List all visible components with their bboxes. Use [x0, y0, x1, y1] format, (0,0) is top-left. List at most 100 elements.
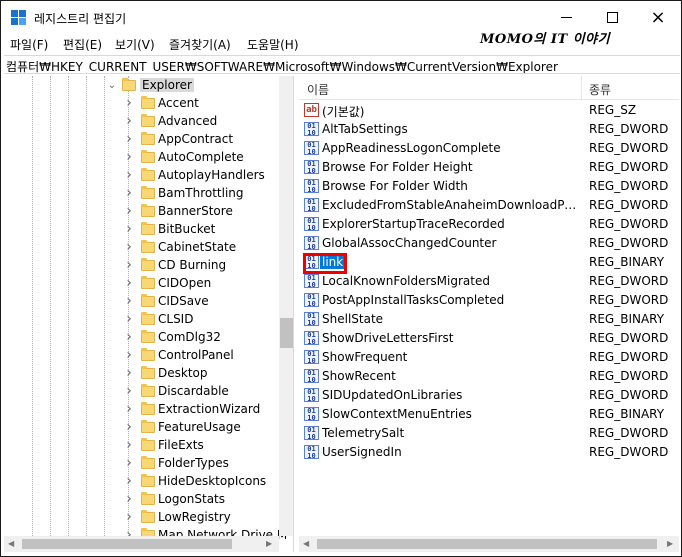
key-tree[interactable]: ⌄ Explorer › Accent › Advanced › AppContract ›… — [4, 76, 294, 552]
chevron-right-icon[interactable]: › — [124, 419, 134, 435]
folder-icon — [141, 132, 155, 145]
scroll-left-icon[interactable]: ◀ — [8, 539, 14, 548]
tree-item[interactable]: › AppContract — [4, 131, 284, 149]
tree-item[interactable]: › CIDOpen — [4, 275, 284, 293]
tree-item[interactable]: › AutoplayHandlers — [4, 167, 284, 185]
chevron-right-icon[interactable]: › — [124, 509, 134, 525]
tree-vertical-scroll-thumb[interactable] — [280, 318, 293, 348]
value-row[interactable]: 01 10 ShowRecent REG_DWORD — [299, 367, 679, 386]
chevron-right-icon[interactable]: › — [124, 257, 134, 273]
chevron-right-icon[interactable]: › — [124, 311, 134, 327]
value-row[interactable]: 01 10 PostAppInstallTasksCompleted REG_DWOR… — [299, 291, 679, 310]
value-row[interactable]: 01 10 ExplorerStartupTraceRecorded REG_DWOR… — [299, 215, 679, 234]
value-name: AppReadinessLogonComplete — [322, 141, 501, 155]
tree-item[interactable]: › HideDesktopIcons — [4, 473, 284, 491]
value-row[interactable]: 01 10 Browse For Folder Height REG_DWORD — [299, 158, 679, 177]
tree-item[interactable]: › FeatureUsage — [4, 419, 284, 437]
tree-item[interactable]: › Advanced — [4, 113, 284, 131]
chevron-right-icon[interactable]: › — [124, 95, 134, 111]
tree-vertical-scrollbar[interactable] — [279, 76, 293, 536]
chevron-right-icon[interactable]: › — [124, 293, 134, 309]
chevron-right-icon[interactable]: › — [124, 329, 134, 345]
chevron-right-icon[interactable]: › — [124, 221, 134, 237]
chevron-right-icon[interactable]: › — [124, 131, 134, 147]
folder-icon — [141, 222, 155, 235]
chevron-down-icon[interactable]: ⌄ — [107, 80, 117, 91]
tree-item[interactable]: › CIDSave — [4, 293, 284, 311]
chevron-right-icon[interactable]: › — [124, 167, 134, 183]
value-row[interactable]: 01 10 AppReadinessLogonComplete REG_DWORD — [299, 139, 679, 158]
chevron-right-icon[interactable]: › — [124, 275, 134, 291]
value-type: REG_DWORD — [589, 141, 669, 155]
folder-icon — [141, 510, 155, 523]
chevron-right-icon[interactable]: › — [124, 149, 134, 165]
tree-item[interactable]: › FileExts — [4, 437, 284, 455]
tree-item[interactable]: › ControlPanel — [4, 347, 284, 365]
tree-item[interactable]: › ComDlg32 — [4, 329, 284, 347]
value-row[interactable]: 01 10 SlowContextMenuEntries REG_BINARY — [299, 405, 679, 424]
chevron-right-icon[interactable]: › — [124, 365, 134, 381]
value-row[interactable]: 01 10 TelemetrySalt REG_DWORD — [299, 424, 679, 443]
chevron-right-icon[interactable]: › — [124, 401, 134, 417]
tree-item[interactable]: › CD Burning — [4, 257, 284, 275]
tree-item[interactable]: › CLSID — [4, 311, 284, 329]
scroll-left-icon[interactable]: ◀ — [303, 539, 309, 548]
scroll-right-icon[interactable]: ▶ — [667, 539, 673, 548]
value-row[interactable]: 01 10 LocalKnownFoldersMigrated REG_DWORD — [299, 272, 679, 291]
tree-item[interactable]: › Accent — [4, 95, 284, 113]
folder-open-icon — [122, 78, 136, 91]
chevron-right-icon[interactable]: › — [124, 383, 134, 399]
value-row[interactable]: 01 10 ShowDriveLettersFirst REG_DWORD — [299, 329, 679, 348]
value-row[interactable]: 01 10 UserSignedIn REG_DWORD — [299, 443, 679, 462]
tree-item[interactable]: › BitBucket — [4, 221, 284, 239]
tree-item[interactable]: › FolderTypes — [4, 455, 284, 473]
value-row[interactable]: 01 10 ShellState REG_BINARY — [299, 310, 679, 329]
value-row[interactable]: 01 10 ExcludedFromStableAnaheimDownloadPro… — [299, 196, 679, 215]
value-name: ShowFrequent — [322, 350, 408, 364]
menu-file[interactable]: 파일(F) — [10, 36, 48, 53]
chevron-right-icon[interactable]: › — [124, 491, 134, 507]
column-header-type[interactable]: 종류 — [589, 81, 611, 98]
value-row[interactable]: 01 10 Browse For Folder Width REG_DWORD — [299, 177, 679, 196]
tree-item[interactable]: › LogonStats — [4, 491, 284, 509]
value-row[interactable]: 01 10 SIDUpdatedOnLibraries REG_DWORD — [299, 386, 679, 405]
tree-item[interactable]: › BamThrottling — [4, 185, 284, 203]
column-divider[interactable] — [581, 76, 582, 100]
chevron-right-icon[interactable]: › — [124, 347, 134, 363]
chevron-right-icon[interactable]: › — [124, 185, 134, 201]
tree-item[interactable]: › ExtractionWizard — [4, 401, 284, 419]
value-row[interactable]: ab (기본값) REG_SZ — [299, 101, 679, 120]
value-type: REG_DWORD — [589, 274, 669, 288]
menu-edit[interactable]: 편집(E) — [63, 36, 102, 53]
tree-item[interactable]: › CabinetState — [4, 239, 284, 257]
address-bar[interactable]: 컴퓨터₩HKEY_CURRENT_USER₩SOFTWARE₩Microsoft… — [4, 55, 680, 74]
value-row[interactable]: 01 10 ShowFrequent REG_DWORD — [299, 348, 679, 367]
chevron-right-icon[interactable]: › — [124, 203, 134, 219]
chevron-right-icon[interactable]: › — [124, 113, 134, 129]
tree-item-explorer[interactable]: ⌄ Explorer — [4, 77, 284, 95]
value-list[interactable]: 이름 종류 ab (기본값) REG_SZ 01 10 AltTabSettings REG… — [299, 76, 679, 552]
tree-item-label: AutoComplete — [158, 150, 244, 164]
tree-item[interactable]: › LowRegistry — [4, 509, 284, 527]
tree-item[interactable]: › BannerStore — [4, 203, 284, 221]
close-button[interactable]: × — [635, 1, 681, 33]
menu-view[interactable]: 보기(V) — [115, 36, 155, 53]
chevron-right-icon[interactable]: › — [124, 473, 134, 489]
chevron-right-icon[interactable]: › — [124, 437, 134, 453]
tree-horizontal-scroll-thumb[interactable] — [22, 539, 232, 549]
list-horizontal-scroll-thumb[interactable] — [317, 539, 657, 549]
folder-icon — [141, 438, 155, 451]
tree-item[interactable]: › AutoComplete — [4, 149, 284, 167]
menu-help[interactable]: 도움말(H) — [247, 36, 299, 53]
scroll-right-icon[interactable]: ▶ — [266, 539, 272, 548]
chevron-right-icon[interactable]: › — [124, 455, 134, 471]
tree-item[interactable]: › Desktop — [4, 365, 284, 383]
value-row[interactable]: 01 10 AltTabSettings REG_DWORD — [299, 120, 679, 139]
value-name: GlobalAssocChangedCounter — [322, 236, 497, 250]
tree-item[interactable]: › Discardable — [4, 383, 284, 401]
menu-favorites[interactable]: 즐겨찾기(A) — [169, 36, 231, 53]
value-row[interactable]: 01 10 GlobalAssocChangedCounter REG_DWORD — [299, 234, 679, 253]
value-row[interactable]: 01 10 link REG_BINARY — [299, 253, 679, 274]
column-header-name[interactable]: 이름 — [307, 81, 329, 98]
chevron-right-icon[interactable]: › — [124, 239, 134, 255]
